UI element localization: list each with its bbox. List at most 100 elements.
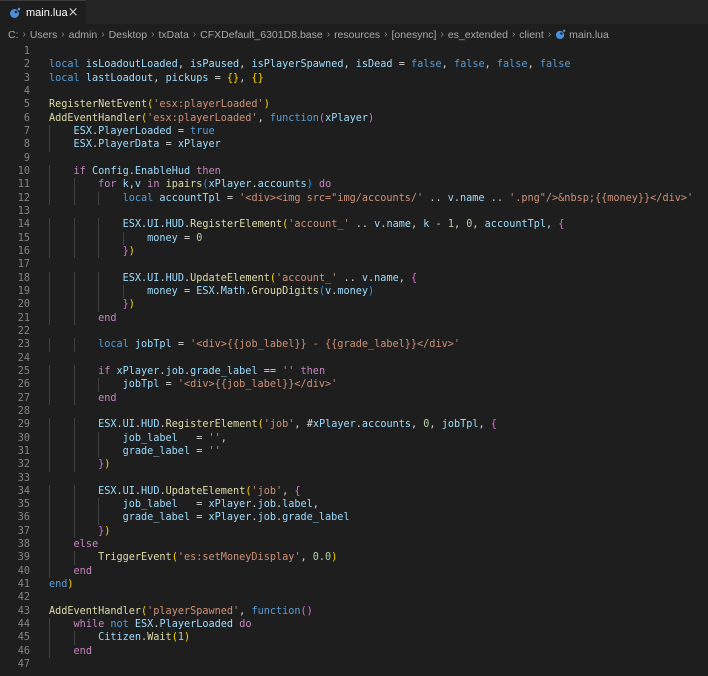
breadcrumb-item[interactable]: CFXDefault_6301D8.base xyxy=(200,29,323,41)
code-token: end xyxy=(49,579,68,591)
code-token: xPlayer xyxy=(325,112,368,124)
code-token: RegisterElement xyxy=(190,219,283,231)
code-token: xPlayer xyxy=(116,365,160,377)
tab-bar: main.lua × xyxy=(0,0,708,24)
code-token: ESX xyxy=(73,125,92,137)
code-text: grade_label = '' xyxy=(49,445,221,458)
breadcrumb-item[interactable]: C: xyxy=(8,29,19,41)
code-token: '<div>{{job_label}}</div>' xyxy=(177,379,338,391)
code-token: , xyxy=(257,112,270,124)
code-line: 34 ESX.UI.HUD.UpdateElement('job', { xyxy=(0,484,708,499)
code-token: xPlayer xyxy=(177,139,221,151)
code-token: accountTpl xyxy=(159,192,221,204)
code-token: , xyxy=(153,72,166,84)
breadcrumb-separator-icon: › xyxy=(384,29,388,40)
code-token: , xyxy=(220,432,227,444)
code-line: 46 end xyxy=(0,644,708,659)
code-editor[interactable]: 1 2 local isLoadoutLoaded, isPaused, isPla… xyxy=(0,45,708,676)
code-token: else xyxy=(73,539,99,551)
code-line: 32 }) xyxy=(0,458,708,472)
tab-main-lua[interactable]: main.lua × xyxy=(0,0,86,24)
code-token: , xyxy=(411,219,424,231)
code-token: isPlayerSpawned xyxy=(251,59,344,71)
code-line: 8 ESX.PlayerData = xPlayer xyxy=(0,138,708,152)
code-text: end xyxy=(49,392,116,405)
code-token: = xyxy=(190,512,209,524)
code-token: = xyxy=(177,285,197,297)
breadcrumb-item[interactable]: Users xyxy=(30,29,57,41)
code-text: money = ESX.Math.GroupDigits(v.money) xyxy=(49,285,374,298)
line-number: 25 xyxy=(17,365,30,377)
code-text: }) xyxy=(49,245,135,258)
code-line: 4 xyxy=(0,85,708,98)
code-token: 0.0 xyxy=(312,552,332,564)
code-token: == xyxy=(257,365,283,377)
code-token: AddEventHandler xyxy=(49,112,142,124)
line-number: 34 xyxy=(17,485,30,497)
close-icon[interactable]: × xyxy=(68,6,79,19)
code-token: while xyxy=(73,619,111,631)
code-token: EnableHud xyxy=(134,165,191,177)
breadcrumb-separator-icon: › xyxy=(547,29,552,40)
code-line: 37 }) xyxy=(0,524,708,539)
code-token: job_label xyxy=(122,432,178,444)
code-token: xPlayer xyxy=(208,512,252,524)
breadcrumb-item[interactable]: Desktop xyxy=(109,29,148,41)
code-lines: 1 2 local isLoadoutLoaded, isPaused, isPla… xyxy=(0,45,708,671)
line-number: 35 xyxy=(17,499,30,511)
code-token: = xyxy=(392,59,411,71)
code-token: then xyxy=(294,365,326,377)
code-line: 28 xyxy=(0,405,708,418)
line-number: 23 xyxy=(17,339,30,351)
line-number: 4 xyxy=(23,85,30,97)
breadcrumb-item[interactable]: main.lua xyxy=(569,29,609,41)
breadcrumb-item[interactable]: resources xyxy=(334,29,380,41)
code-token: , xyxy=(282,485,295,497)
code-line: 18 ESX.UI.HUD.UpdateElement('account_' .… xyxy=(0,271,708,285)
code-token: ) xyxy=(104,525,111,537)
breadcrumb-item[interactable]: admin xyxy=(69,29,98,41)
code-text: job_label = '', xyxy=(49,432,227,445)
breadcrumb-separator-icon: › xyxy=(192,29,197,40)
line-number: 9 xyxy=(23,152,30,164)
breadcrumb-item[interactable]: txData xyxy=(158,29,188,41)
code-token: ESX xyxy=(196,285,215,297)
code-text: end) xyxy=(49,578,74,591)
code-line: 38 else xyxy=(0,538,708,552)
breadcrumb-item[interactable]: client xyxy=(519,29,544,41)
code-line: 14 ESX.UI.HUD.RegisterElement('account_'… xyxy=(0,218,708,232)
code-line: 47 xyxy=(0,658,708,671)
code-line: 22 xyxy=(0,325,708,338)
line-number: 38 xyxy=(17,539,30,551)
code-token: then xyxy=(190,165,221,177)
code-token: grade_label xyxy=(122,445,191,457)
code-token: name xyxy=(460,192,485,204)
line-number: 18 xyxy=(17,272,30,284)
code-token: false xyxy=(539,59,571,71)
code-token: true xyxy=(190,125,215,137)
code-token: {} xyxy=(226,72,240,84)
code-text: grade_label = xPlayer.job.grade_label xyxy=(49,511,350,524)
breadcrumb-item[interactable]: [onesync] xyxy=(392,29,437,41)
code-token: UI xyxy=(122,419,135,431)
code-text: local lastLoadout, pickups = {}, {} xyxy=(49,72,264,85)
breadcrumb-item[interactable]: es_extended xyxy=(448,29,508,41)
line-number: 10 xyxy=(17,165,30,177)
code-text: local accountTpl = '<div><img src="img/a… xyxy=(49,192,694,205)
code-token: 'playerSpawned' xyxy=(147,605,240,617)
breadcrumb-separator-icon: › xyxy=(101,29,105,40)
code-line: 20 }) xyxy=(0,298,708,312)
code-line: 3 local lastLoadout, pickups = {}, {} xyxy=(0,72,708,85)
code-text: for k,v in ipairs(xPlayer.accounts) do xyxy=(49,178,331,191)
line-number: 31 xyxy=(17,445,30,457)
vertical-scrollbar[interactable] xyxy=(694,45,708,676)
code-token: , xyxy=(546,219,559,231)
code-token: 'account_' xyxy=(276,272,338,284)
code-token: ) xyxy=(67,579,74,591)
code-token: if xyxy=(73,165,92,177)
